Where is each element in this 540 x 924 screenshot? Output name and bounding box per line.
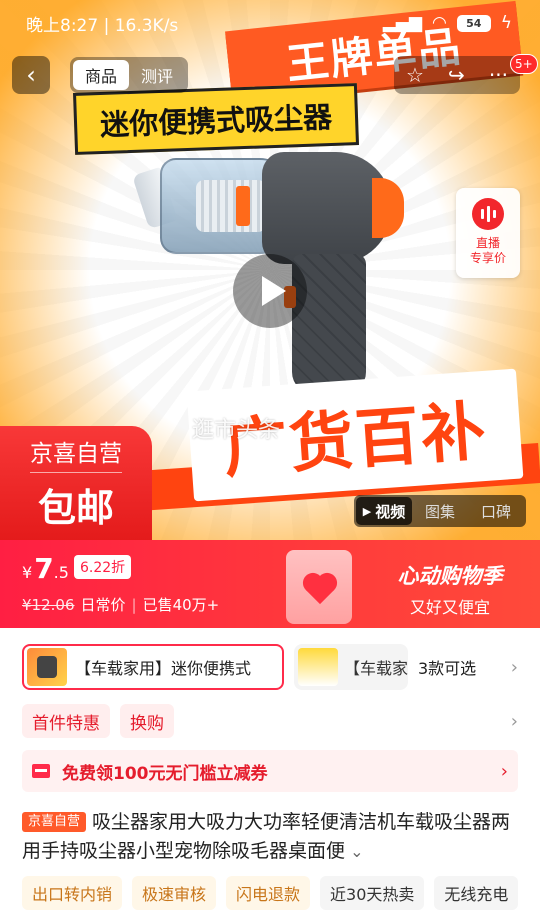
media-tab-reviews[interactable]: 口碑 <box>468 497 524 525</box>
current-price: ¥ 7 .5 <box>22 552 69 585</box>
chevron-right-icon: › <box>500 760 508 782</box>
price-subline: ¥12.06 日常价 | 已售40万+ <box>22 594 219 615</box>
service-tag[interactable]: 极速审核 <box>132 876 217 910</box>
promo-first-item[interactable]: 首件特惠 <box>22 704 110 738</box>
wifi-icon: ◠ <box>431 13 447 33</box>
price-currency: ¥ <box>22 563 33 582</box>
price-decimal: .5 <box>53 563 69 582</box>
variant-selector: 【车载家用】迷你便携式 【车载家 3款可选 › <box>22 644 518 690</box>
original-price: ¥12.06 <box>22 595 75 614</box>
tab-review[interactable]: 测评 <box>129 60 185 90</box>
banner-product-name: 迷你便携式吸尘器 <box>73 83 359 155</box>
vacuum-accent <box>236 186 250 226</box>
variant-thumbnail <box>298 648 338 686</box>
media-tabs: ▶ 视频 图集 口碑 <box>354 495 526 527</box>
season-title: 心动购物季 <box>397 564 503 588</box>
service-tag[interactable]: 闪电退款 <box>226 876 311 910</box>
variant-label: 【车载家 <box>344 659 408 678</box>
product-title-text: 吸尘器家用大吸力大功率轻便清洁机车载吸尘器两用手持吸尘器小型宠物除吸毛器桌面便 <box>22 811 511 862</box>
service-tag[interactable]: 近30天热卖 <box>320 876 425 910</box>
top-actions: ☆ ↪ ··· <box>394 56 520 94</box>
divider: | <box>131 595 137 614</box>
live-icon <box>472 198 504 230</box>
sold-count: 已售40万+ <box>142 596 220 614</box>
chevron-right-icon[interactable]: › <box>511 711 518 732</box>
service-tags: 出口转内销 极速审核 闪电退款 近30天热卖 无线充电 <box>22 876 540 910</box>
coupon-text: 免费领100元无门槛立减券 <box>62 763 268 784</box>
product-hero-image[interactable]: 王牌单品 迷你便携式吸尘器 广货百补 逛市头条 直播 专享价 京喜自营 包邮 ▶ <box>0 0 540 540</box>
product-page: 王牌单品 迷你便携式吸尘器 广货百补 逛市头条 直播 专享价 京喜自营 包邮 ▶ <box>0 0 540 924</box>
coupon-icon <box>32 764 50 778</box>
share-icon[interactable]: ↪ <box>448 63 465 87</box>
variant-label: 【车载家用】迷你便携式 <box>75 659 252 678</box>
variant-count[interactable]: 3款可选 <box>418 655 476 679</box>
media-tab-gallery[interactable]: 图集 <box>412 497 468 525</box>
chevron-left-icon: ‹ <box>26 61 36 89</box>
charging-icon: ϟ <box>500 13 512 33</box>
jingxi-label: 京喜自营 <box>30 434 122 473</box>
variant-option[interactable]: 【车载家 <box>294 644 408 690</box>
video-watermark: 逛市头条 <box>192 418 281 443</box>
original-price-label: 日常价 <box>80 596 126 614</box>
shopping-season-banner[interactable]: 心动购物季 又好又便宜 <box>380 560 520 618</box>
season-subtitle: 又好又便宜 <box>409 598 490 617</box>
play-video-button[interactable] <box>233 254 307 328</box>
jingxi-free-shipping-card: 京喜自营 包邮 <box>0 426 152 540</box>
play-small-icon: ▶ <box>362 504 372 518</box>
favorite-star-icon[interactable]: ☆ <box>406 63 424 87</box>
chevron-down-icon[interactable]: ⌄ <box>345 842 363 861</box>
live-sublabel: 专享价 <box>469 251 506 265</box>
variant-option-selected[interactable]: 【车载家用】迷你便携式 <box>22 644 284 690</box>
status-time: 晚上8:27 | 16.3K/s <box>26 15 179 36</box>
product-title[interactable]: 京喜自营 吸尘器家用大吸力大功率轻便清洁机车载吸尘器两用手持吸尘器小型宠物除吸毛器… <box>22 808 522 866</box>
top-tabs: 商品 测评 <box>70 57 188 93</box>
live-label: 直播 <box>475 236 500 250</box>
discount-badge: 6.22折 <box>74 555 132 579</box>
promo-exchange[interactable]: 换购 <box>120 704 174 738</box>
live-stream-button[interactable]: 直播 专享价 <box>456 188 520 278</box>
back-button[interactable]: ‹ <box>12 56 50 94</box>
service-tag[interactable]: 无线充电 <box>434 876 519 910</box>
price-integer: 7 <box>34 552 54 585</box>
jingxi-self-operated-tag: 京喜自营 <box>22 812 87 832</box>
notification-badge: 5+ <box>510 54 538 74</box>
variant-thumbnail <box>27 648 67 686</box>
battery-icon: 54 <box>456 14 491 32</box>
status-icons: ▂▄▆ ◠ 54 ϟ <box>383 13 512 33</box>
status-bar: 晚上8:27 | 16.3K/s ▂▄▆ ◠ 54 ϟ <box>0 0 540 46</box>
vacuum-filter <box>196 180 266 232</box>
media-tab-label: 视频 <box>375 502 406 521</box>
chevron-right-icon[interactable]: › <box>511 657 518 678</box>
service-tag[interactable]: 出口转内销 <box>22 876 123 910</box>
more-icon[interactable]: ··· <box>489 63 508 87</box>
free-shipping-label: 包邮 <box>37 486 114 530</box>
coupon-banner[interactable]: 免费领100元无门槛立减券 › <box>22 750 518 792</box>
promo-tags: 首件特惠 换购 › <box>22 704 518 738</box>
tab-product[interactable]: 商品 <box>73 60 129 90</box>
signal-icon: ▂▄▆ <box>382 13 422 33</box>
media-tab-video[interactable]: ▶ 视频 <box>356 497 412 525</box>
